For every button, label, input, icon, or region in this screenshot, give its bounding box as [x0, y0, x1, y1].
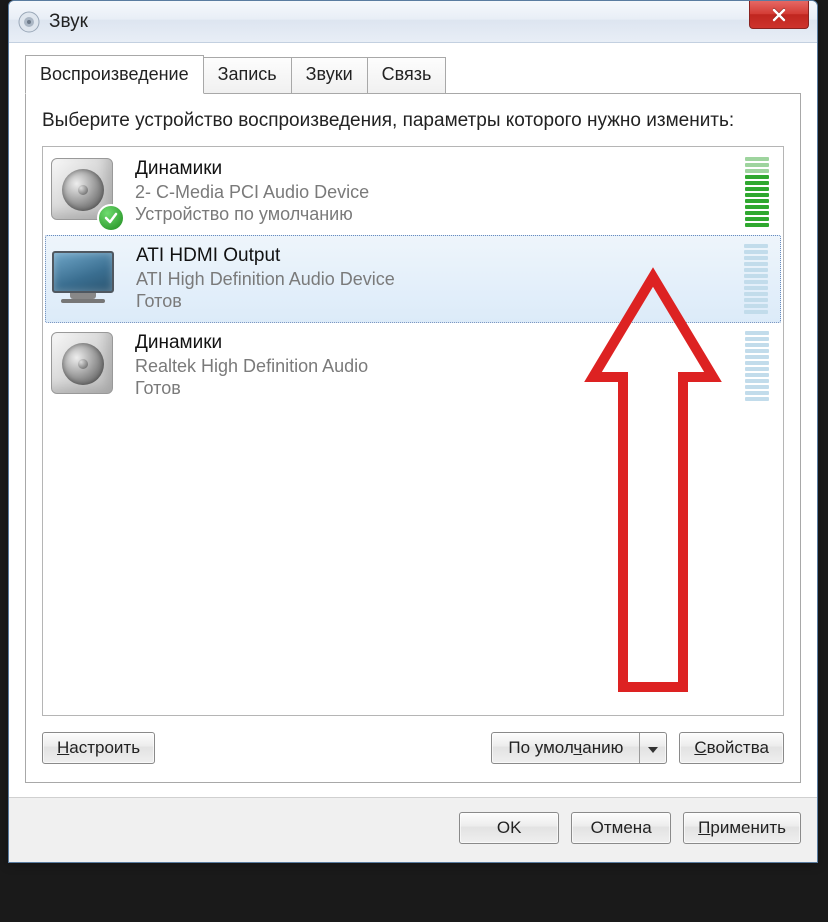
dialog-body: Воспроизведение Запись Звуки Связь Выбер…	[9, 43, 817, 797]
vu-meter	[745, 331, 769, 401]
tab-sounds[interactable]: Звуки	[291, 57, 368, 94]
tab-content-playback: Выберите устройство воспроизведения, пар…	[25, 93, 801, 783]
sound-app-icon	[17, 10, 41, 34]
vu-meter	[744, 244, 768, 314]
tab-bar: Воспроизведение Запись Звуки Связь	[25, 57, 801, 94]
cancel-button[interactable]: Отмена	[571, 812, 671, 844]
tab-playback[interactable]: Воспроизведение	[25, 55, 204, 94]
device-name: Динамики	[135, 158, 735, 180]
speaker-icon	[51, 158, 119, 226]
device-button-row: Настроить По умолчанию Свойства	[42, 732, 784, 764]
device-status: Готов	[135, 377, 735, 400]
device-name: ATI HDMI Output	[136, 245, 734, 267]
device-item[interactable]: Динамики 2- C-Media PCI Audio Device Уст…	[45, 149, 781, 235]
set-default-button[interactable]: По умолчанию	[491, 732, 667, 764]
device-desc: ATI High Definition Audio Device	[136, 268, 734, 291]
close-button[interactable]	[749, 1, 809, 29]
device-list[interactable]: Динамики 2- C-Media PCI Audio Device Уст…	[42, 146, 784, 716]
default-badge-icon	[97, 204, 125, 232]
speaker-icon	[51, 332, 119, 400]
configure-button[interactable]: Настроить	[42, 732, 155, 764]
vu-meter	[745, 157, 769, 227]
chevron-down-icon[interactable]	[640, 733, 666, 763]
properties-button[interactable]: Свойства	[679, 732, 784, 764]
configure-label: астроить	[69, 738, 140, 757]
instruction-text: Выберите устройство воспроизведения, пар…	[42, 108, 784, 134]
device-item[interactable]: Динамики Realtek High Definition Audio Г…	[45, 323, 781, 409]
device-status: Готов	[136, 290, 734, 313]
dialog-footer: OK Отмена Применить	[9, 797, 817, 862]
device-item[interactable]: ATI HDMI Output ATI High Definition Audi…	[45, 235, 781, 323]
ok-button[interactable]: OK	[459, 812, 559, 844]
properties-label: войства	[707, 738, 769, 757]
device-desc: 2- C-Media PCI Audio Device	[135, 181, 735, 204]
sound-dialog-window: Звук Воспроизведение Запись Звуки Связь …	[8, 0, 818, 863]
apply-button[interactable]: Применить	[683, 812, 801, 844]
monitor-icon	[52, 245, 120, 313]
tab-recording[interactable]: Запись	[203, 57, 292, 94]
window-title: Звук	[49, 11, 88, 33]
device-name: Динамики	[135, 332, 735, 354]
apply-label: рименить	[710, 818, 786, 837]
titlebar[interactable]: Звук	[9, 1, 817, 43]
device-desc: Realtek High Definition Audio	[135, 355, 735, 378]
set-default-label: По умолчанию	[492, 733, 640, 763]
tab-communications[interactable]: Связь	[367, 57, 447, 94]
device-status: Устройство по умолчанию	[135, 203, 735, 226]
